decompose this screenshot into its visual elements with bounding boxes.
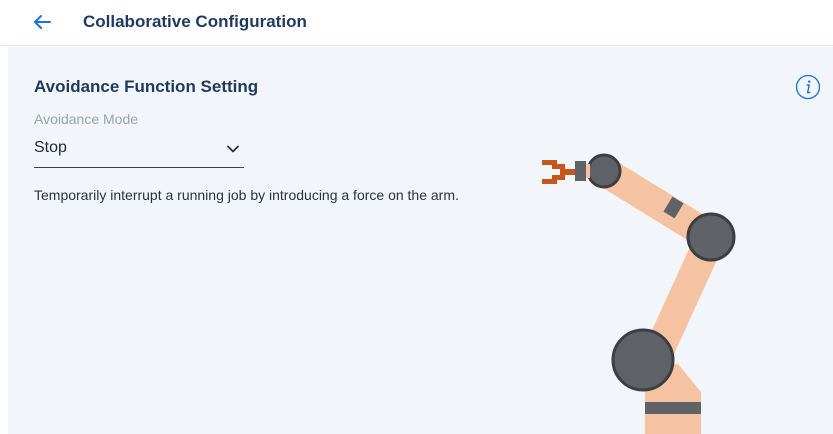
avoidance-mode-select[interactable]: Stop [34,135,244,168]
robot-arm-illustration [542,153,736,434]
section-title: Avoidance Function Setting [34,77,259,96]
robot-gripper [542,160,565,184]
settings-panel: Avoidance Function Setting Avoidance Mod… [8,47,833,434]
page-title: Collaborative Configuration [83,12,307,31]
back-arrow-icon[interactable] [30,10,54,34]
info-icon[interactable] [795,74,821,100]
mode-description: Temporarily interrupt a running job by i… [34,187,459,203]
chevron-down-icon [227,145,239,153]
robot-wrist-joint [586,153,622,189]
robot-wrist-flange [575,161,586,181]
avoidance-mode-value: Stop [34,139,67,156]
robot-link-stripe [663,196,684,219]
app-header: Collaborative Configuration [0,0,833,46]
avoidance-mode-label: Avoidance Mode [34,111,139,127]
robot-base-joint [611,328,675,392]
robot-elbow-joint [686,212,736,262]
